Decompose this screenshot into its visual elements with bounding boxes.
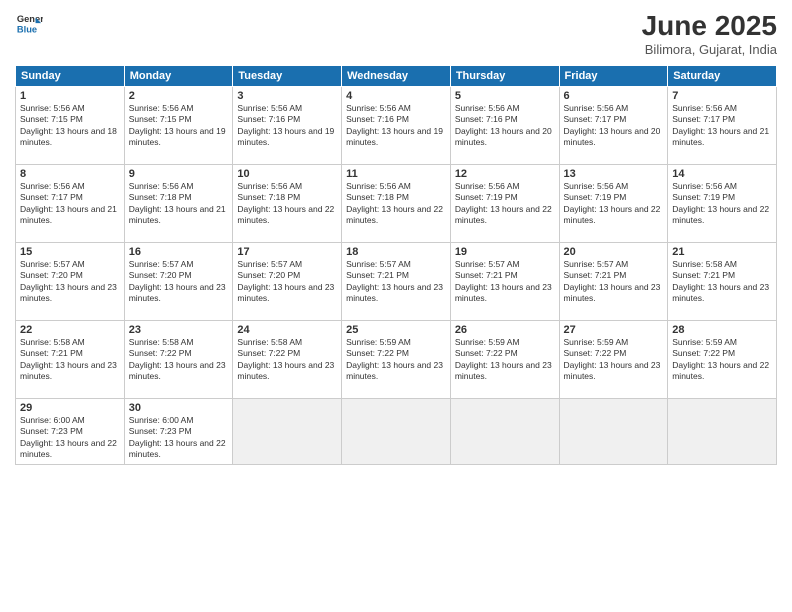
table-row: 3 Sunrise: 5:56 AMSunset: 7:16 PMDayligh… xyxy=(233,87,342,165)
calendar-table: Sunday Monday Tuesday Wednesday Thursday… xyxy=(15,65,777,465)
logo-icon: General Blue xyxy=(15,10,43,38)
table-row xyxy=(233,399,342,465)
svg-text:Blue: Blue xyxy=(17,24,37,34)
table-row: 10 Sunrise: 5:56 AMSunset: 7:18 PMDaylig… xyxy=(233,165,342,243)
table-row: 16 Sunrise: 5:57 AMSunset: 7:20 PMDaylig… xyxy=(124,243,233,321)
col-thursday: Thursday xyxy=(450,66,559,87)
table-row: 14 Sunrise: 5:56 AMSunset: 7:19 PMDaylig… xyxy=(668,165,777,243)
table-row: 7 Sunrise: 5:56 AMSunset: 7:17 PMDayligh… xyxy=(668,87,777,165)
table-row: 8 Sunrise: 5:56 AMSunset: 7:17 PMDayligh… xyxy=(16,165,125,243)
table-row: 17 Sunrise: 5:57 AMSunset: 7:20 PMDaylig… xyxy=(233,243,342,321)
col-saturday: Saturday xyxy=(668,66,777,87)
table-row: 11 Sunrise: 5:56 AMSunset: 7:18 PMDaylig… xyxy=(342,165,451,243)
table-row xyxy=(668,399,777,465)
col-monday: Monday xyxy=(124,66,233,87)
table-row: 15 Sunrise: 5:57 AMSunset: 7:20 PMDaylig… xyxy=(16,243,125,321)
calendar-header-row: Sunday Monday Tuesday Wednesday Thursday… xyxy=(16,66,777,87)
table-row: 1 Sunrise: 5:56 AMSunset: 7:15 PMDayligh… xyxy=(16,87,125,165)
table-row: 25 Sunrise: 5:59 AMSunset: 7:22 PMDaylig… xyxy=(342,321,451,399)
table-row: 30 Sunrise: 6:00 AMSunset: 7:23 PMDaylig… xyxy=(124,399,233,465)
table-row xyxy=(450,399,559,465)
col-wednesday: Wednesday xyxy=(342,66,451,87)
table-row: 13 Sunrise: 5:56 AMSunset: 7:19 PMDaylig… xyxy=(559,165,668,243)
col-sunday: Sunday xyxy=(16,66,125,87)
table-row: 21 Sunrise: 5:58 AMSunset: 7:21 PMDaylig… xyxy=(668,243,777,321)
table-row: 9 Sunrise: 5:56 AMSunset: 7:18 PMDayligh… xyxy=(124,165,233,243)
month-title: June 2025 xyxy=(642,10,777,42)
table-row: 12 Sunrise: 5:56 AMSunset: 7:19 PMDaylig… xyxy=(450,165,559,243)
table-row: 4 Sunrise: 5:56 AMSunset: 7:16 PMDayligh… xyxy=(342,87,451,165)
table-row: 19 Sunrise: 5:57 AMSunset: 7:21 PMDaylig… xyxy=(450,243,559,321)
table-row xyxy=(559,399,668,465)
table-row xyxy=(342,399,451,465)
logo: General Blue xyxy=(15,10,43,38)
table-row: 29 Sunrise: 6:00 AMSunset: 7:23 PMDaylig… xyxy=(16,399,125,465)
col-friday: Friday xyxy=(559,66,668,87)
title-block: June 2025 Bilimora, Gujarat, India xyxy=(642,10,777,57)
table-row: 27 Sunrise: 5:59 AMSunset: 7:22 PMDaylig… xyxy=(559,321,668,399)
table-row: 28 Sunrise: 5:59 AMSunset: 7:22 PMDaylig… xyxy=(668,321,777,399)
table-row: 23 Sunrise: 5:58 AMSunset: 7:22 PMDaylig… xyxy=(124,321,233,399)
table-row: 26 Sunrise: 5:59 AMSunset: 7:22 PMDaylig… xyxy=(450,321,559,399)
location: Bilimora, Gujarat, India xyxy=(642,42,777,57)
table-row: 6 Sunrise: 5:56 AMSunset: 7:17 PMDayligh… xyxy=(559,87,668,165)
header: General Blue June 2025 Bilimora, Gujarat… xyxy=(15,10,777,57)
table-row: 2 Sunrise: 5:56 AMSunset: 7:15 PMDayligh… xyxy=(124,87,233,165)
col-tuesday: Tuesday xyxy=(233,66,342,87)
table-row: 24 Sunrise: 5:58 AMSunset: 7:22 PMDaylig… xyxy=(233,321,342,399)
table-row: 5 Sunrise: 5:56 AMSunset: 7:16 PMDayligh… xyxy=(450,87,559,165)
page-container: General Blue June 2025 Bilimora, Gujarat… xyxy=(0,0,792,612)
table-row: 20 Sunrise: 5:57 AMSunset: 7:21 PMDaylig… xyxy=(559,243,668,321)
table-row: 22 Sunrise: 5:58 AMSunset: 7:21 PMDaylig… xyxy=(16,321,125,399)
table-row: 18 Sunrise: 5:57 AMSunset: 7:21 PMDaylig… xyxy=(342,243,451,321)
